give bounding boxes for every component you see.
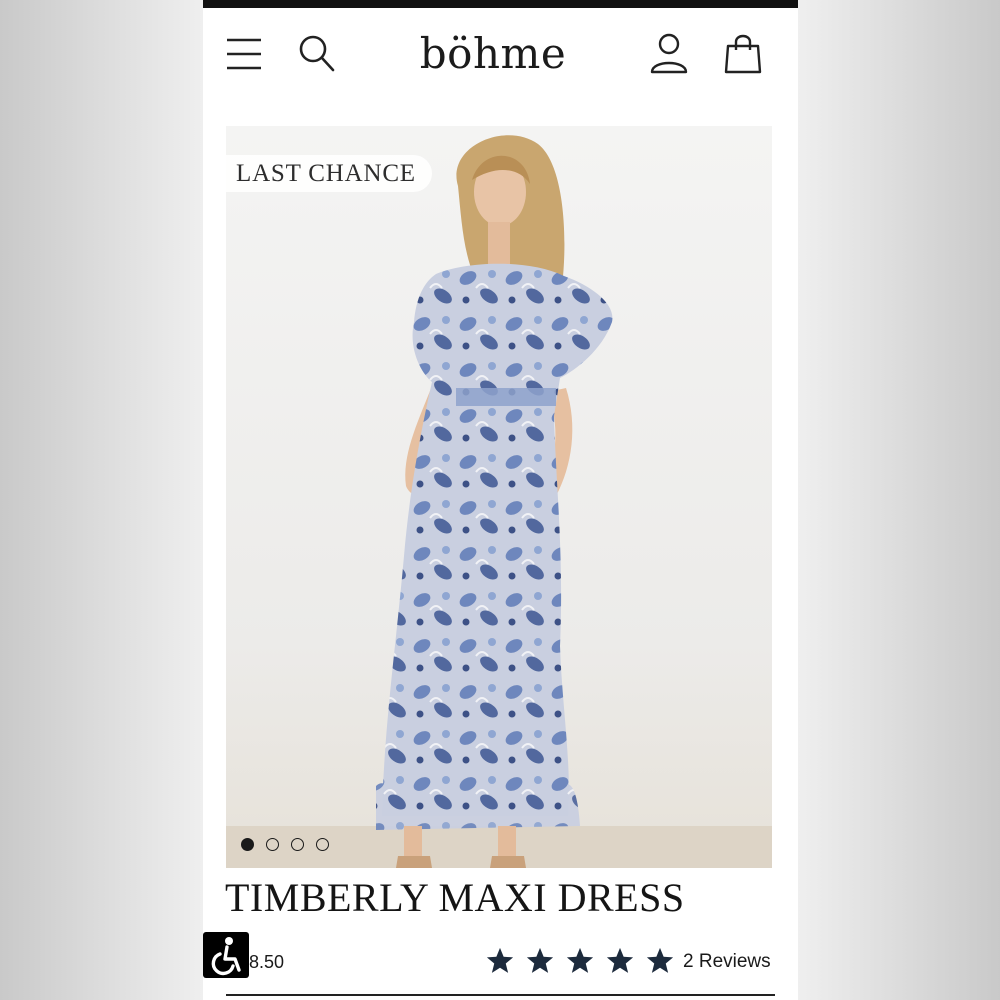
menu-button[interactable]: [225, 36, 263, 72]
last-chance-badge: LAST CHANCE: [226, 155, 432, 192]
pagination-dot[interactable]: [241, 838, 254, 851]
product-image[interactable]: [226, 126, 772, 868]
backdrop-left: [0, 0, 203, 1000]
star-icon: [486, 947, 514, 973]
account-icon: [650, 33, 688, 74]
star-icon: [566, 947, 594, 973]
account-button[interactable]: [649, 32, 689, 76]
shopping-bag-icon: [724, 34, 762, 74]
phone-screen: böhme LAST CHANCE TIMBERLY MAXI DRESS 8.…: [203, 0, 798, 1000]
search-button[interactable]: [297, 33, 337, 73]
cart-button[interactable]: [723, 32, 763, 76]
rating-stars[interactable]: [485, 946, 675, 976]
star-icon: [526, 947, 554, 973]
section-divider: [226, 994, 775, 996]
brand-logo[interactable]: böhme: [393, 26, 593, 82]
menu-icon: [227, 38, 261, 70]
pagination-dot[interactable]: [266, 838, 279, 851]
accessibility-button[interactable]: [203, 932, 249, 978]
product-title: TIMBERLY MAXI DRESS: [225, 875, 685, 920]
product-price: 8.50: [249, 952, 285, 972]
model-illustration: [376, 135, 613, 868]
site-header: böhme: [203, 8, 798, 100]
reviews-link[interactable]: 2 Reviews: [683, 950, 771, 974]
star-icon: [606, 947, 634, 973]
pagination-dot[interactable]: [291, 838, 304, 851]
search-icon: [299, 35, 335, 72]
pagination-dot[interactable]: [316, 838, 329, 851]
status-bar: [203, 0, 798, 8]
wheelchair-icon: [211, 937, 241, 976]
star-icon: [646, 947, 674, 973]
backdrop-right: [798, 0, 1000, 1000]
image-pagination: [241, 838, 329, 852]
